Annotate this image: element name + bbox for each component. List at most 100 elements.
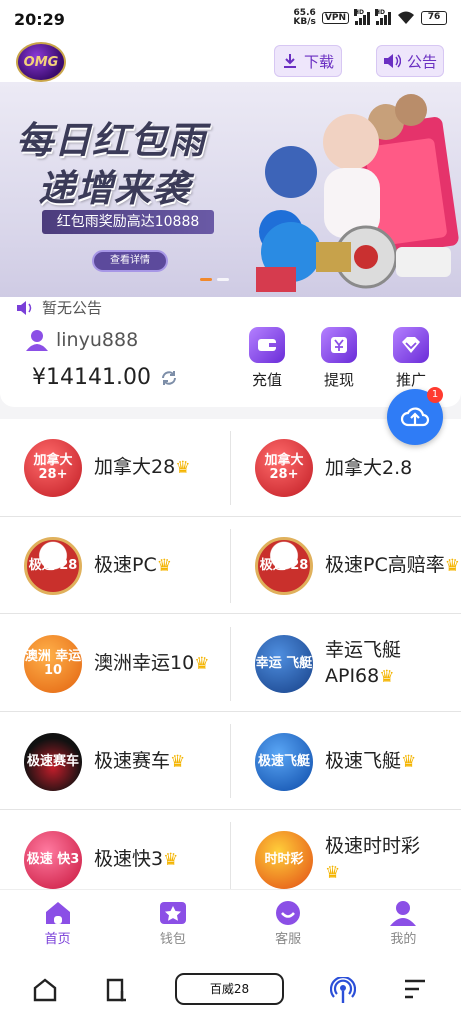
signal-icon-2: HD [375,9,391,25]
download-label: 下载 [303,52,334,71]
account-actions: 充值 提现 推广 [242,327,436,390]
wallet-star-icon [158,900,188,926]
download-button[interactable]: 下载 [274,45,342,77]
notice-text: 暂无公告 [42,299,103,317]
cloud-upload-icon [400,407,430,427]
banner-title-line2: 递增来袭 [38,167,190,210]
game-aus-lucky10[interactable]: 澳洲 幸运10 澳洲幸运10♛ [0,615,230,712]
yen-icon [321,327,357,363]
promote-label: 推广 [395,371,426,389]
game-name: 极速赛车♛ [94,750,186,772]
banner-illustration [256,94,459,292]
vpn-indicator: VPN [321,12,349,24]
game-speed-ssc[interactable]: 时时彩 极速时时彩 ♛ [231,811,461,889]
lucky10-icon: 澳洲 幸运10 [24,634,82,693]
diamond-icon [393,327,429,363]
upload-fab[interactable]: 1 [387,387,443,445]
notice-label: 公告 [406,52,437,71]
game-speed-boat[interactable]: 极速飞艇 极速飞艇♛ [231,713,461,810]
wifi-icon [398,11,414,24]
home-icon [43,900,73,926]
wallet-icon [249,327,285,363]
crown-icon: ♛ [156,556,172,576]
withdraw-label: 提现 [323,371,354,389]
canada28-icon: 加拿大 28+ [24,438,82,497]
game-name: 极速PC♛ [94,554,172,576]
promote-button[interactable]: 推广 [386,327,436,390]
ssc-icon: 时时彩 [255,830,313,889]
nav-home-label: 首页 [44,932,71,947]
username: linyu888 [56,329,139,351]
canada28-icon: 加拿大 28+ [255,438,313,497]
nav-mine-label: 我的 [390,932,417,947]
game-name: 加拿大2.8 [325,456,413,479]
game-lucky-boat-api68[interactable]: 幸运 飞艇 幸运飞艇API68♛ [231,615,461,712]
notice-button[interactable]: 公告 [376,45,444,77]
nav-wallet-label: 钱包 [159,932,186,947]
banner-title-line1: 每日红包雨 [16,119,206,162]
smile-icon [273,900,303,926]
status-time: 20:29 [14,10,65,29]
withdraw-button[interactable]: 提现 [314,327,364,390]
crown-icon: ♛ [194,654,210,674]
network-speed: 65.6 KB/s [293,8,316,27]
system-nav: 百威28 [0,953,461,1024]
bottom-nav: 首页 钱包 客服 我的 [0,889,461,953]
game-speed-racing[interactable]: 极速赛车 极速赛车♛ [0,713,230,810]
home-outline-icon[interactable] [32,977,58,1003]
banner-pagination [200,278,229,281]
speed-racing-icon: 极速赛车 [24,732,82,791]
games-grid: 加拿大 28+ 加拿大28♛ 加拿大 28+ 加拿大2.8 极速 28 极速PC… [0,419,461,889]
user-info: linyu888 [26,329,138,351]
app-logo: OMG [16,42,66,82]
status-indicators: 65.6 KB/s VPN HD HD 76 [293,9,447,27]
balance-amount: ¥14141.00 [32,365,151,390]
speed28-icon: 极速 28 [255,536,313,595]
upload-badge: 1 [427,387,443,403]
game-speed-pc-high-odds[interactable]: 极速 28 极速PC高赔率♛ [231,517,461,614]
crown-icon: ♛ [325,863,341,883]
game-name: 加拿大28♛ [94,456,191,478]
speed-k3-icon: 极速 快3 [24,830,82,889]
recharge-button[interactable]: 充值 [242,327,292,390]
game-name: 极速时时彩 ♛ [325,835,421,883]
game-speed-k3[interactable]: 极速 快3 极速快3♛ [0,811,230,889]
notice-bar: 暂无公告 [16,297,102,318]
game-name: 极速快3♛ [94,848,179,870]
nav-service-label: 客服 [275,932,302,947]
crown-icon: ♛ [170,752,186,772]
battery-icon: 76 [421,11,447,25]
game-speed-pc[interactable]: 极速 28 极速PC♛ [0,517,230,614]
promo-banner[interactable]: 每日红包雨 递增来袭 红包雨奖励高达10888 查看详情 [0,82,461,297]
nav-mine[interactable]: 我的 [346,890,461,953]
banner-tag: 红包雨奖励高达10888 [42,210,214,234]
refresh-icon[interactable] [159,369,179,387]
game-canada28[interactable]: 加拿大 28+ 加拿大28♛ [0,419,230,516]
hotspot-icon[interactable] [330,977,356,1005]
crown-icon: ♛ [163,850,179,870]
top-header: OMG 下载 公告 [0,40,461,82]
user-icon [388,900,418,926]
speed28-icon: 极速 28 [24,536,82,595]
nav-home[interactable]: 首页 [0,890,115,953]
speaker-icon [383,54,401,68]
current-app-pill[interactable]: 百威28 [175,973,284,1005]
game-name: 幸运飞艇API68♛ [325,639,402,687]
lucky-boat-icon: 幸运 飞艇 [255,634,313,693]
game-name: 极速PC高赔率♛ [325,554,460,576]
menu-icon[interactable] [402,977,428,1001]
game-name: 澳洲幸运10♛ [94,652,210,674]
crown-icon: ♛ [379,667,395,687]
crown-icon: ♛ [444,556,460,576]
crown-icon: ♛ [401,752,417,772]
speaker-icon [17,300,32,315]
recent-apps-icon[interactable] [104,977,130,1003]
user-card: 暂无公告 linyu888 ¥14141.00 充值 提现 推广 [0,297,461,407]
user-icon [26,330,48,351]
balance: ¥14141.00 [32,365,179,390]
signal-icon: HD [354,9,370,25]
nav-service[interactable]: 客服 [231,890,346,953]
status-bar: 20:29 65.6 KB/s VPN HD HD 76 [0,0,461,40]
nav-wallet[interactable]: 钱包 [115,890,230,953]
banner-details-button[interactable]: 查看详情 [92,250,168,272]
